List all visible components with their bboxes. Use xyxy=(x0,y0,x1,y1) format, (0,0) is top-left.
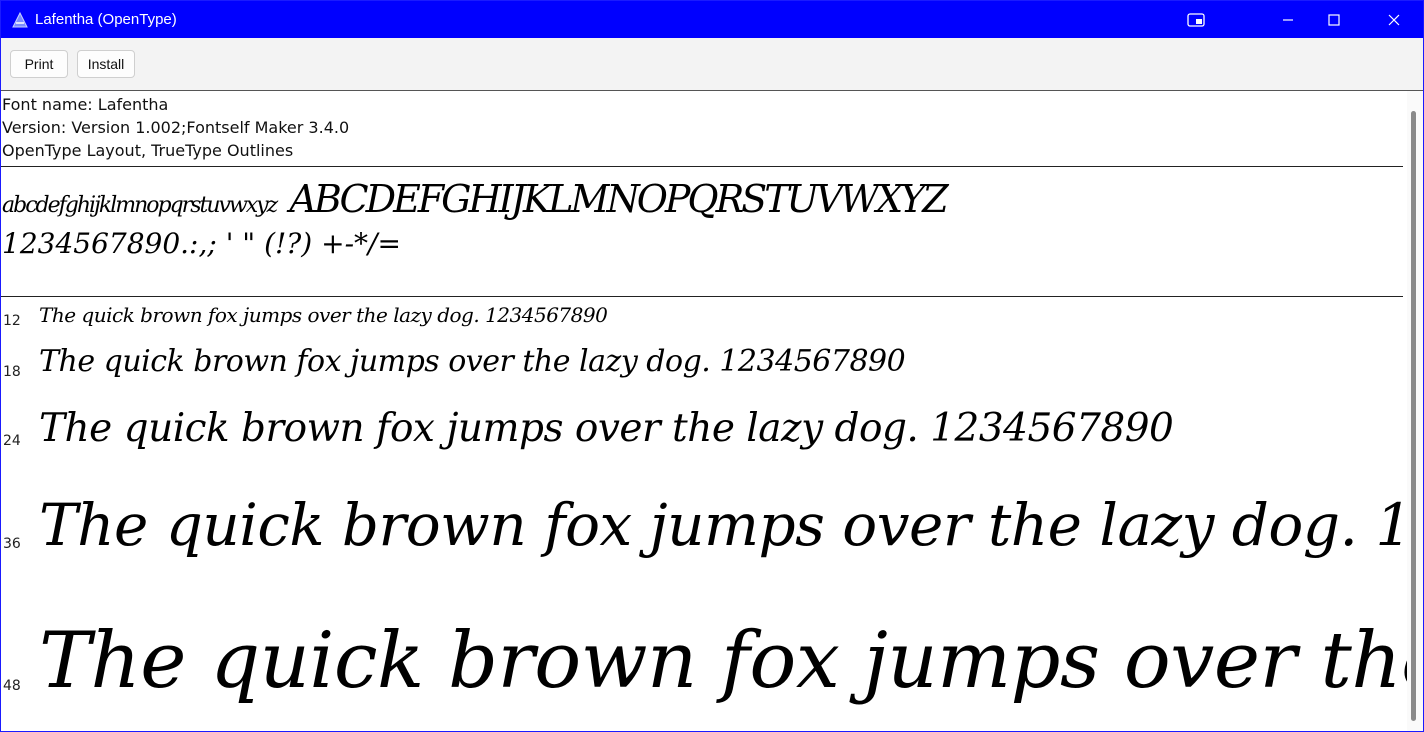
uppercase-glyphs: ABCDEFGHIJKLMNOPQRSTUVWXYZ xyxy=(289,177,948,221)
toolbar: Print Install xyxy=(1,38,1423,91)
sample-text-48: The quick brown fox jumps over the lazy … xyxy=(39,616,1407,706)
compact-overlay-icon xyxy=(1187,12,1205,27)
sample-size-label: 36 xyxy=(3,536,21,552)
sample-text-12: The quick brown fox jumps over the lazy … xyxy=(39,303,608,327)
sample-size-label: 24 xyxy=(3,433,21,449)
close-button[interactable] xyxy=(1371,1,1417,38)
install-button[interactable]: Install xyxy=(77,50,135,78)
window-title: Lafentha (OpenType) xyxy=(35,11,177,28)
sample-text-36: The quick brown fox jumps over the lazy … xyxy=(39,491,1407,559)
font-viewer-icon xyxy=(11,11,29,29)
sample-size-label: 12 xyxy=(3,313,21,329)
title-bar[interactable]: Lafentha (OpenType) xyxy=(1,1,1423,38)
scrollbar-thumb[interactable] xyxy=(1411,111,1416,721)
compact-overlay-button[interactable] xyxy=(1173,1,1219,38)
sample-size-label: 48 xyxy=(3,678,21,694)
print-button[interactable]: Print xyxy=(10,50,68,78)
sample-size-label: 18 xyxy=(3,364,21,380)
close-icon xyxy=(1388,14,1400,26)
version-line: Version: Version 1.002;Fontself Maker 3.… xyxy=(2,118,350,137)
minimize-icon xyxy=(1282,14,1294,26)
maximize-button[interactable] xyxy=(1311,1,1357,38)
outline-info-line: OpenType Layout, TrueType Outlines xyxy=(2,141,294,160)
minimize-button[interactable] xyxy=(1265,1,1311,38)
divider xyxy=(1,166,1403,167)
font-viewer-window: Lafentha (OpenType) Print Install Font n… xyxy=(0,0,1424,732)
charset-digits-punctuation: 1234567890.:,; ' " (!?) +-*/= xyxy=(2,227,401,260)
font-preview-area[interactable]: Font name: Lafentha Version: Version 1.0… xyxy=(1,91,1407,731)
maximize-icon xyxy=(1328,13,1340,26)
divider xyxy=(1,296,1403,297)
sample-text-24: The quick brown fox jumps over the lazy … xyxy=(39,406,1174,451)
charset-lowercase: abcdefghijklmnopqrstuvwxyz ABCDEFGHIJKLM… xyxy=(2,177,949,221)
sample-text-18: The quick brown fox jumps over the lazy … xyxy=(39,344,906,379)
font-name-line: Font name: Lafentha xyxy=(2,95,169,114)
lowercase-glyphs: abcdefghijklmnopqrstuvwxyz xyxy=(2,193,278,218)
